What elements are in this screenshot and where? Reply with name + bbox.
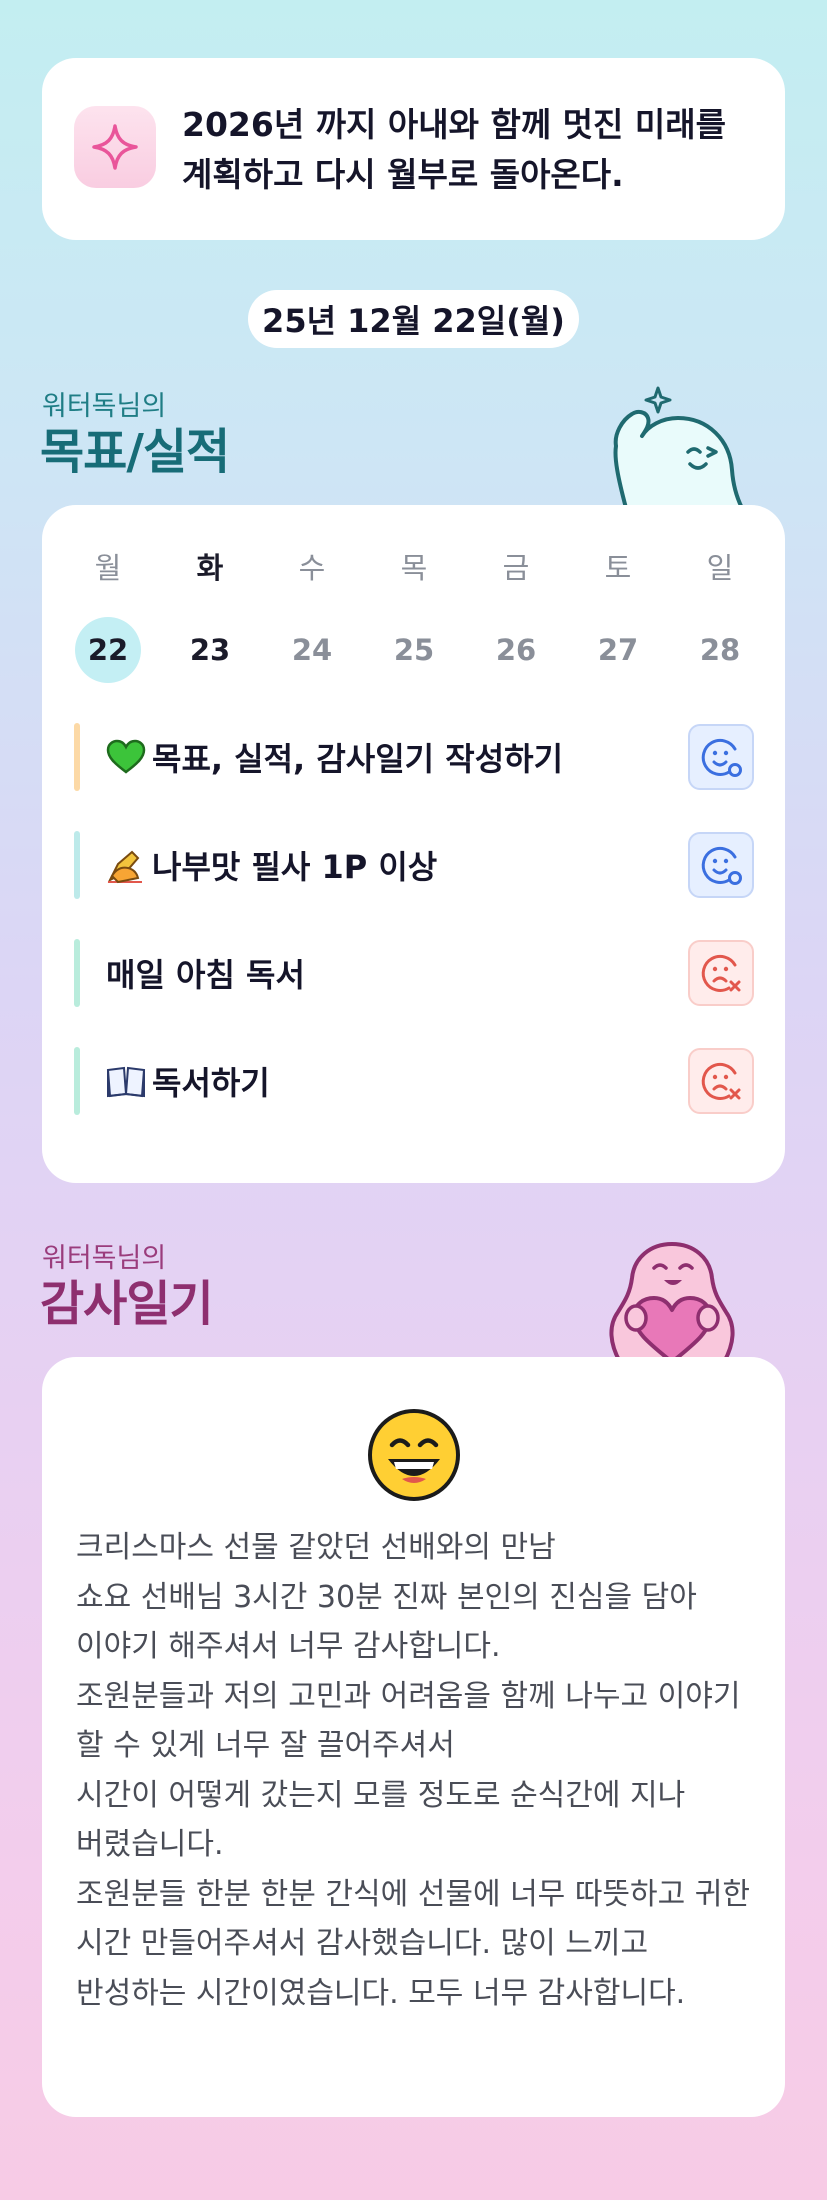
goal-item[interactable]: 나부맛 필사 1P 이상 — [74, 831, 754, 899]
gratitude-text: 크리스마스 선물 같았던 선배와의 만남 쇼요 선배님 3시간 30분 진짜 본… — [76, 1530, 750, 2011]
goal-label-text: 독서하기 — [152, 1064, 270, 1102]
day-number-selected[interactable]: 22 — [75, 617, 141, 683]
day-column[interactable]: 월 22 — [74, 545, 142, 683]
goal-item[interactable]: 목표, 실적, 감사일기 작성하기 — [74, 723, 754, 791]
mascot-waving-icon — [613, 386, 744, 508]
day-name: 일 — [706, 551, 734, 585]
day-number[interactable]: 26 — [483, 617, 549, 683]
green-heart-icon — [106, 739, 146, 775]
gratitude-card: 크리스마스 선물 같았던 선배와의 만남 쇼요 선배님 3시간 30분 진짜 본… — [42, 1357, 785, 2117]
day-column[interactable]: 목 25 — [380, 545, 448, 683]
goal-color-bar — [74, 939, 80, 1007]
goal-label: 나부맛 필사 1P 이상 — [106, 842, 437, 888]
goal-label-text: 매일 아침 독서 — [106, 956, 305, 994]
goal-item[interactable]: 매일 아침 독서 — [74, 939, 754, 1007]
day-column[interactable]: 화 23 — [176, 545, 244, 683]
fail-status-button[interactable] — [688, 940, 754, 1006]
grinning-face-icon — [368, 1409, 460, 1501]
day-number[interactable]: 24 — [279, 617, 345, 683]
day-number[interactable]: 25 — [381, 617, 447, 683]
goal-label-text: 나부맛 필사 1P 이상 — [152, 848, 438, 886]
day-column[interactable]: 토 27 — [584, 545, 652, 683]
goal-color-bar — [74, 831, 80, 899]
vision-text: 2026년 까지 아내와 함께 멋진 미래를 계획하고 다시 월부로 돌아온다. — [182, 105, 726, 194]
writing-hand-icon — [106, 846, 146, 884]
vision-card: 2026년 까지 아내와 함께 멋진 미래를 계획하고 다시 월부로 돌아온다. — [42, 58, 785, 240]
day-name: 금 — [502, 551, 530, 585]
date-label[interactable]: 25년 12월 22일(월) — [248, 290, 579, 348]
success-status-button[interactable] — [688, 832, 754, 898]
day-name: 월 — [94, 551, 122, 585]
sparkle-icon — [74, 106, 156, 188]
day-number[interactable]: 27 — [585, 617, 651, 683]
goal-item[interactable]: 독서하기 — [74, 1047, 754, 1115]
day-name: 화 — [196, 551, 224, 585]
success-status-button[interactable] — [688, 724, 754, 790]
day-name: 수 — [298, 551, 326, 585]
week-calendar: 월 22 화 23 수 24 목 25 금 26 토 27 일 28 — [74, 545, 754, 683]
goal-label: 매일 아침 독서 — [106, 950, 305, 996]
day-number[interactable]: 28 — [687, 617, 753, 683]
mascot-heart-icon — [609, 1242, 735, 1362]
goal-section-title: 목표/실적 — [40, 424, 230, 480]
day-name: 목 — [400, 551, 428, 585]
day-column[interactable]: 수 24 — [278, 545, 346, 683]
gratitude-section-title: 감사일기 — [40, 1276, 214, 1332]
fail-status-button[interactable] — [688, 1048, 754, 1114]
goal-card: 월 22 화 23 수 24 목 25 금 26 토 27 일 28 목표, 실… — [42, 505, 785, 1183]
goal-color-bar — [74, 723, 80, 791]
day-number-today[interactable]: 23 — [177, 617, 243, 683]
day-column[interactable]: 금 26 — [482, 545, 550, 683]
goal-label: 독서하기 — [106, 1058, 270, 1104]
goal-label-text: 목표, 실적, 감사일기 작성하기 — [152, 740, 564, 778]
goal-label: 목표, 실적, 감사일기 작성하기 — [106, 734, 563, 780]
day-column[interactable]: 일 28 — [686, 545, 754, 683]
day-name: 토 — [604, 551, 632, 585]
goal-color-bar — [74, 1047, 80, 1115]
open-book-icon — [106, 1064, 146, 1098]
